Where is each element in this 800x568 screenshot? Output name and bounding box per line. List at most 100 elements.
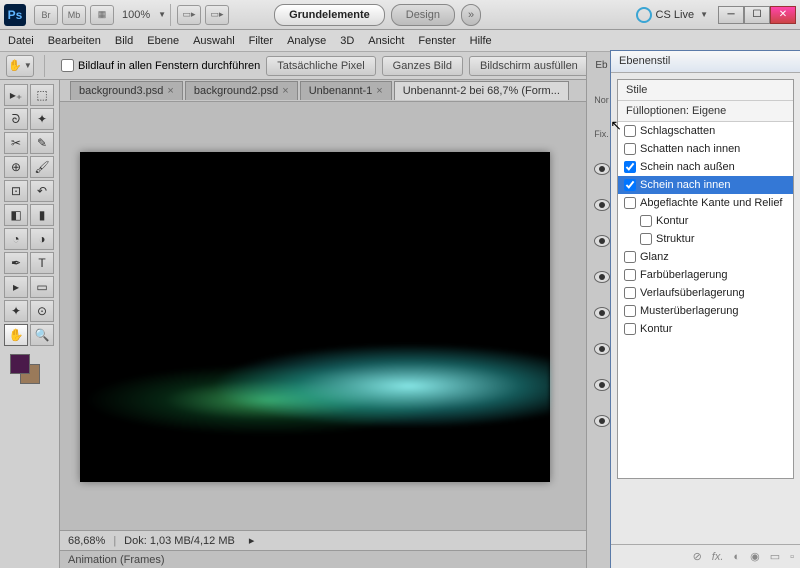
style-item[interactable]: Schatten nach innen	[618, 140, 793, 158]
style-item[interactable]: Kontur	[618, 212, 793, 230]
doc-tab-active[interactable]: Unbenannt-2 bei 68,7% (Form...	[394, 81, 569, 100]
style-checkbox[interactable]	[624, 143, 636, 155]
menu-datei[interactable]: Datei	[8, 35, 34, 47]
visibility-icon[interactable]	[594, 307, 610, 319]
style-checkbox[interactable]	[624, 251, 636, 263]
shape-tool[interactable]: ▭	[30, 276, 54, 298]
minimize-button[interactable]: ─	[718, 6, 744, 24]
stamp-tool[interactable]: ⊡	[4, 180, 28, 202]
gradient-tool[interactable]: ▮	[30, 204, 54, 226]
cs-live[interactable]: CS Live▼	[636, 7, 708, 23]
arrange-icon[interactable]: ▭▸	[177, 5, 201, 25]
menu-hilfe[interactable]: Hilfe	[470, 35, 492, 47]
visibility-icon[interactable]	[594, 343, 610, 355]
close-button[interactable]: ✕	[770, 6, 796, 24]
panel-tab-eb[interactable]: Eb	[595, 60, 607, 71]
visibility-icon[interactable]	[594, 199, 610, 211]
style-item[interactable]: Struktur	[618, 230, 793, 248]
dodge-tool[interactable]: ◑	[30, 228, 54, 250]
style-checkbox[interactable]	[624, 323, 636, 335]
hand-tool[interactable]: ✋	[4, 324, 28, 346]
fill-screen-button[interactable]: Bildschirm ausfüllen	[469, 56, 589, 76]
style-checkbox[interactable]	[640, 215, 652, 227]
history-tool[interactable]: ↶	[30, 180, 54, 202]
camera-tool[interactable]: ⊙	[30, 300, 54, 322]
status-zoom[interactable]: 68,68%	[68, 535, 105, 547]
style-checkbox[interactable]	[624, 305, 636, 317]
minibridge-icon[interactable]: Mb	[62, 5, 86, 25]
fx-icon[interactable]: fx.	[712, 551, 724, 563]
link-icon[interactable]: ⊘	[693, 550, 702, 563]
workspace-design[interactable]: Design	[391, 4, 455, 26]
hand-tool-icon[interactable]: ✋▼	[6, 55, 34, 77]
move-tool[interactable]: ▸₊	[4, 84, 28, 106]
visibility-icon[interactable]	[594, 271, 610, 283]
status-doc-size[interactable]: Dok: 1,03 MB/4,12 MB	[124, 535, 235, 547]
visibility-icon[interactable]	[594, 235, 610, 247]
maximize-button[interactable]: ☐	[744, 6, 770, 24]
path-tool[interactable]: ▸	[4, 276, 28, 298]
lasso-tool[interactable]: ᘐ	[4, 108, 28, 130]
mask-icon[interactable]: ◐	[733, 551, 740, 563]
workspace-more[interactable]: »	[461, 4, 481, 26]
wand-tool[interactable]: ✦	[30, 108, 54, 130]
menu-auswahl[interactable]: Auswahl	[193, 35, 235, 47]
menu-3d[interactable]: 3D	[340, 35, 354, 47]
fit-screen-button[interactable]: Ganzes Bild	[382, 56, 463, 76]
heal-tool[interactable]: ⊕	[4, 156, 28, 178]
menu-bearbeiten[interactable]: Bearbeiten	[48, 35, 101, 47]
style-item[interactable]: Schein nach außen	[618, 158, 793, 176]
eraser-tool[interactable]: ◧	[4, 204, 28, 226]
fill-options-header[interactable]: Fülloptionen: Eigene	[618, 101, 793, 122]
styles-header[interactable]: Stile	[618, 80, 793, 101]
doc-tab[interactable]: background2.psd×	[185, 81, 298, 100]
blur-tool[interactable]: ◔	[4, 228, 28, 250]
eyedropper-tool[interactable]: ✎	[30, 132, 54, 154]
style-item[interactable]: Schein nach innen	[618, 176, 793, 194]
screen-mode-icon[interactable]: ▭▸	[205, 5, 229, 25]
style-checkbox[interactable]	[624, 125, 636, 137]
3d-tool[interactable]: ✦	[4, 300, 28, 322]
layout-icon[interactable]: ▦	[90, 5, 114, 25]
crop-tool[interactable]: ✂	[4, 132, 28, 154]
brush-tool[interactable]: 🖌	[30, 156, 54, 178]
workspace-grundelemente[interactable]: Grundelemente	[274, 4, 385, 26]
menu-ebene[interactable]: Ebene	[147, 35, 179, 47]
style-item[interactable]: Musterüberlagerung	[618, 302, 793, 320]
style-checkbox[interactable]	[624, 197, 636, 209]
folder-icon[interactable]: ▭	[770, 550, 780, 563]
menu-ansicht[interactable]: Ansicht	[368, 35, 404, 47]
menu-fenster[interactable]: Fenster	[418, 35, 455, 47]
style-item[interactable]: Schlagschatten	[618, 122, 793, 140]
style-item[interactable]: Abgeflachte Kante und Relief	[618, 194, 793, 212]
visibility-icon[interactable]	[594, 415, 610, 427]
color-swatches[interactable]	[4, 354, 55, 390]
visibility-icon[interactable]	[594, 163, 610, 175]
blend-mode-stub[interactable]: Nor	[594, 95, 609, 105]
style-checkbox[interactable]	[624, 269, 636, 281]
scroll-all-checkbox[interactable]: Bildlauf in allen Fenstern durchführen	[61, 59, 260, 72]
zoom-tool[interactable]: 🔍	[30, 324, 54, 346]
style-item[interactable]: Verlaufsüberlagerung	[618, 284, 793, 302]
close-tab-icon[interactable]: ×	[167, 85, 173, 97]
style-checkbox[interactable]	[640, 233, 652, 245]
style-checkbox[interactable]	[624, 287, 636, 299]
canvas[interactable]	[80, 152, 550, 482]
type-tool[interactable]: T	[30, 252, 54, 274]
menu-analyse[interactable]: Analyse	[287, 35, 326, 47]
style-item[interactable]: Glanz	[618, 248, 793, 266]
actual-pixels-button[interactable]: Tatsächliche Pixel	[266, 56, 375, 76]
new-icon[interactable]: ▫	[790, 551, 794, 563]
doc-tab[interactable]: background3.psd×	[70, 81, 183, 100]
zoom-level[interactable]: 100%	[122, 9, 150, 21]
adjustment-icon[interactable]: ◉	[750, 550, 760, 563]
close-tab-icon[interactable]: ×	[376, 85, 382, 97]
doc-tab[interactable]: Unbenannt-1×	[300, 81, 392, 100]
style-item[interactable]: Farbüberlagerung	[618, 266, 793, 284]
menu-filter[interactable]: Filter	[249, 35, 273, 47]
marquee-tool[interactable]: ⬚	[30, 84, 54, 106]
close-tab-icon[interactable]: ×	[282, 85, 288, 97]
foreground-swatch[interactable]	[10, 354, 30, 374]
style-item[interactable]: Kontur	[618, 320, 793, 338]
pen-tool[interactable]: ✒	[4, 252, 28, 274]
